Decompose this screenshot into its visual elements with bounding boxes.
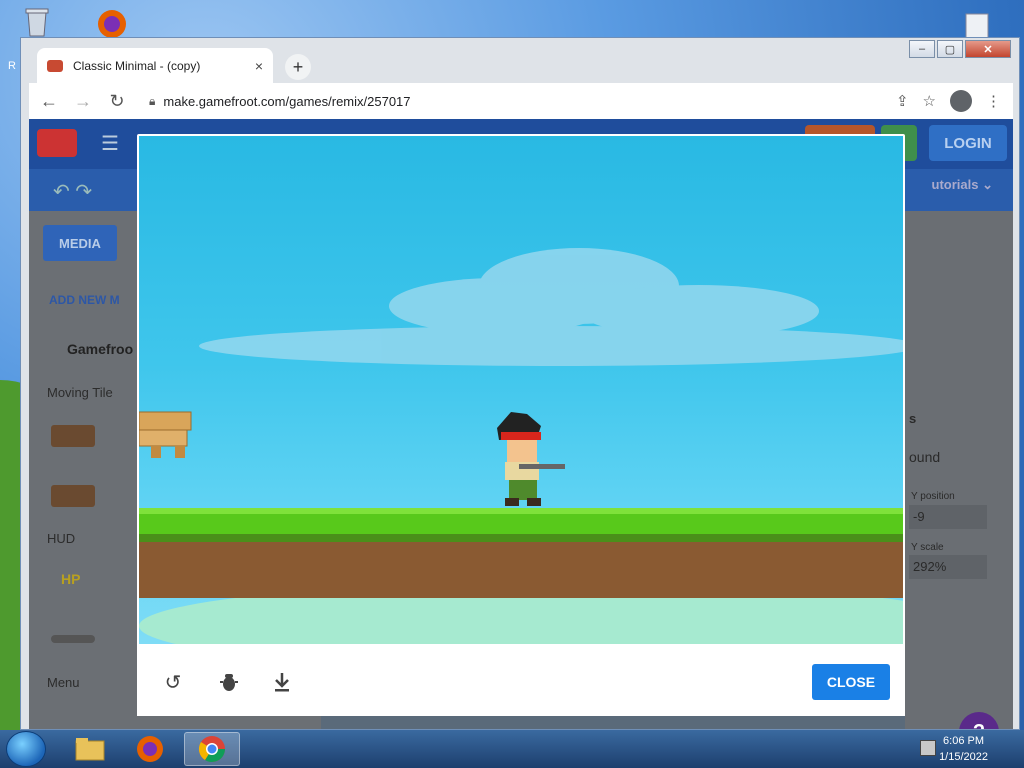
game-scene <box>139 248 903 644</box>
menu-kebab-icon[interactable]: ⋮ <box>986 92 1001 110</box>
y-position-label: Y position <box>911 491 955 502</box>
address-bar[interactable]: make.gamefroot.com/games/remix/257017 <box>163 94 896 109</box>
firefox-taskbar-icon[interactable] <box>122 732 178 766</box>
system-clock[interactable]: 6:06 PM 1/15/2022 <box>939 733 988 765</box>
reload-icon[interactable]: ↻ <box>103 87 131 115</box>
game-canvas[interactable] <box>139 136 903 644</box>
gamefroot-logo[interactable] <box>37 129 77 157</box>
properties-panel <box>905 211 1013 729</box>
clock-date: 1/15/2022 <box>939 751 988 763</box>
y-position-input[interactable]: -9 <box>909 505 987 529</box>
clock-time: 6:06 PM <box>943 735 985 747</box>
download-icon[interactable] <box>270 670 294 694</box>
cloud <box>199 248 903 366</box>
ground <box>139 508 903 598</box>
section-hud: HUD <box>47 531 76 546</box>
firefox-desktop-icon[interactable] <box>95 6 129 40</box>
desktop-label: R <box>8 60 16 72</box>
tutorials-dropdown[interactable]: utorials ⌄ <box>932 177 993 193</box>
chrome-taskbar-icon[interactable] <box>184 732 240 766</box>
browser-toolbar: ← → ↻ 🔒︎ make.gamefroot.com/games/remix/… <box>29 83 1013 119</box>
network-tray-icon[interactable] <box>920 740 936 756</box>
recycle-bin-icon[interactable] <box>20 4 54 38</box>
gamefroot-favicon-icon <box>47 60 63 72</box>
forward-arrow-icon[interactable]: → <box>69 87 97 115</box>
bookmark-star-icon[interactable]: ☆ <box>923 92 936 110</box>
login-button[interactable]: LOGIN <box>929 125 1007 161</box>
back-arrow-icon[interactable]: ← <box>35 87 63 115</box>
tab-strip: Classic Minimal - (copy) × + <box>29 44 1009 84</box>
moving-tile-thumb[interactable] <box>51 485 95 507</box>
profile-avatar-icon[interactable] <box>950 90 972 112</box>
debug-bug-icon[interactable] <box>217 670 241 694</box>
wooden-crates <box>139 411 192 458</box>
game-preview-modal: ↺ CLOSE <box>137 134 905 716</box>
file-explorer-taskbar-icon[interactable] <box>62 732 118 766</box>
share-icon[interactable]: ⇪ <box>896 92 909 110</box>
y-scale-label: Y scale <box>911 542 944 553</box>
folder-label[interactable]: Gamefroo <box>67 341 133 357</box>
modal-footer: ↺ CLOSE <box>137 644 905 716</box>
start-button[interactable] <box>6 731 46 767</box>
hamburger-menu-icon[interactable]: ☰ <box>101 131 119 156</box>
restart-icon[interactable]: ↺ <box>161 670 185 694</box>
hud-bar-thumb[interactable] <box>51 635 95 643</box>
properties-section-letter: s <box>909 411 917 426</box>
hero-character <box>497 412 565 506</box>
new-tab-button[interactable]: + <box>285 54 311 80</box>
y-scale-input[interactable]: 292% <box>909 555 987 579</box>
add-new-media-link[interactable]: ADD NEW M <box>49 293 120 307</box>
windows-taskbar: 6:06 PM 1/15/2022 <box>0 730 1024 768</box>
undo-redo-icons[interactable]: ↶ ↷ <box>53 179 92 204</box>
moving-tile-thumb[interactable] <box>51 425 95 447</box>
section-menu: Menu <box>47 675 80 690</box>
hud-hp-thumb[interactable]: HP <box>61 571 80 587</box>
media-tab-button[interactable]: MEDIA <box>43 225 117 261</box>
browser-tab[interactable]: Classic Minimal - (copy) × <box>37 48 273 84</box>
tab-title: Classic Minimal - (copy) <box>73 59 201 73</box>
tab-close-icon[interactable]: × <box>255 58 263 74</box>
close-button[interactable]: CLOSE <box>812 664 890 700</box>
section-moving-tile: Moving Tile <box>47 385 113 400</box>
lock-icon[interactable]: 🔒︎ <box>149 94 155 109</box>
layer-dropdown[interactable]: ound <box>909 449 940 465</box>
